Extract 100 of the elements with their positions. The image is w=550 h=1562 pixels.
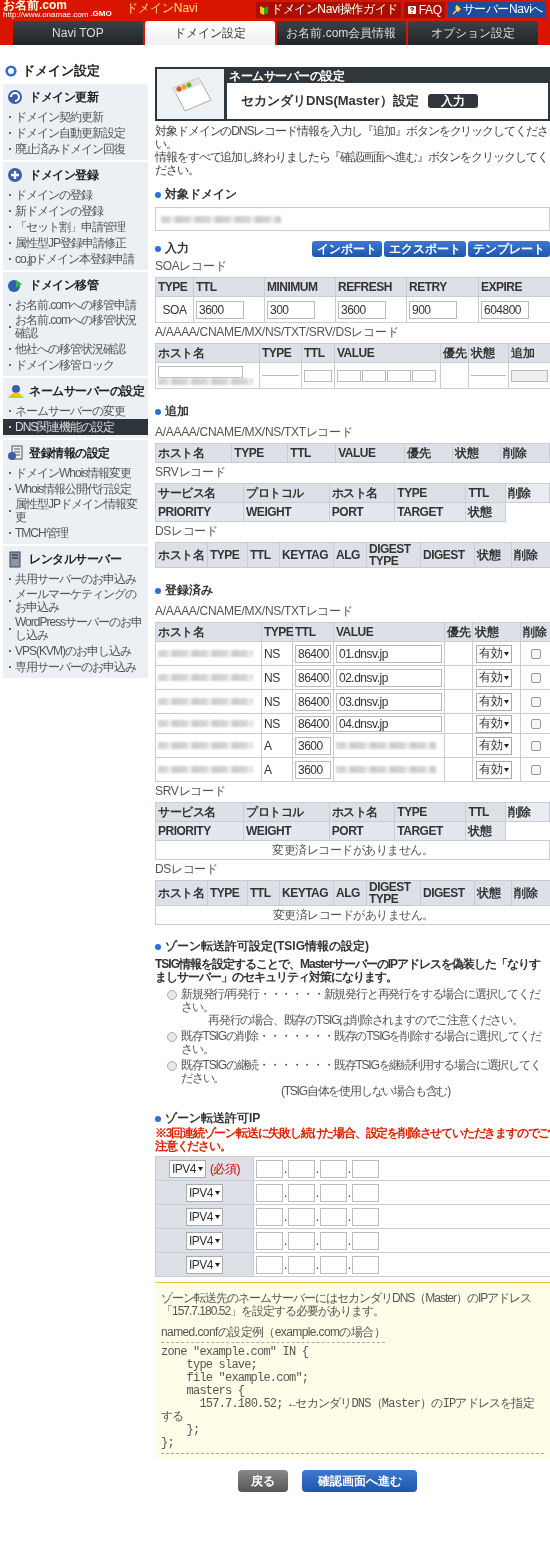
sidebar-link[interactable]: DNS関連機能の設定 bbox=[3, 419, 148, 435]
ip-octet-field[interactable] bbox=[319, 1207, 347, 1226]
delete-checkbox[interactable] bbox=[530, 672, 541, 683]
value-field[interactable] bbox=[337, 369, 361, 382]
ttl-field[interactable]: 86400 bbox=[295, 715, 331, 732]
ip-octet-field[interactable] bbox=[256, 1255, 283, 1274]
sidebar-link[interactable]: メールマーケティングのお申込み bbox=[3, 587, 148, 615]
sidebar-link[interactable]: Whois情報公開代行設定 bbox=[3, 481, 148, 497]
ip-octet-field[interactable] bbox=[287, 1231, 315, 1250]
ip-octet-field[interactable] bbox=[256, 1207, 283, 1226]
protocol-select[interactable]: IPV4 bbox=[186, 1231, 223, 1250]
sidebar-link[interactable]: ドメイン自動更新設定 bbox=[3, 125, 148, 141]
nav-tab[interactable]: ドメイン設定 bbox=[144, 21, 275, 45]
protocol-select[interactable]: IPV4 bbox=[169, 1159, 206, 1178]
sidebar-link[interactable]: 新ドメインの登録 bbox=[3, 203, 148, 219]
value-field[interactable] bbox=[412, 369, 436, 382]
sidebar-link[interactable]: co.jpドメイン本登録申請 bbox=[3, 251, 148, 267]
radio-button[interactable] bbox=[167, 1032, 177, 1042]
ip-octet-field[interactable] bbox=[319, 1159, 347, 1178]
ip-octet-field[interactable] bbox=[319, 1255, 347, 1274]
sidebar-link[interactable]: お名前.comへの移管状況確認 bbox=[3, 313, 148, 341]
sidebar-link[interactable]: WordPressサーバーのお申し込み bbox=[3, 615, 148, 643]
ip-octet-field[interactable] bbox=[319, 1183, 347, 1202]
status-select[interactable]: 有効 bbox=[476, 668, 512, 687]
ip-octet-field[interactable] bbox=[287, 1255, 315, 1274]
action-button[interactable]: テンプレート bbox=[468, 240, 550, 257]
ttl-field[interactable]: 86400 bbox=[295, 668, 331, 687]
value-field[interactable]: 04.dnsv.jp bbox=[336, 715, 442, 732]
action-button[interactable]: インポート bbox=[312, 240, 382, 257]
ttl-field[interactable]: 3600 bbox=[295, 736, 331, 755]
sidebar-link[interactable]: ドメイン移管ロック bbox=[3, 357, 148, 373]
status-select[interactable]: 有効 bbox=[476, 760, 512, 779]
radio-button[interactable] bbox=[167, 1061, 177, 1071]
text-field[interactable]: 3600 bbox=[196, 300, 244, 319]
text-field[interactable]: 3600 bbox=[338, 300, 386, 319]
delete-checkbox[interactable] bbox=[530, 740, 541, 751]
radio-button[interactable] bbox=[167, 990, 177, 1000]
nav-tab[interactable]: お名前.com会員情報 bbox=[276, 21, 407, 45]
header-link[interactable]: FAQ bbox=[403, 1, 445, 18]
status-select[interactable]: 有効 bbox=[476, 692, 512, 711]
ip-octet-field[interactable] bbox=[351, 1231, 379, 1250]
column-header: 追加 bbox=[508, 343, 550, 363]
sidebar-link[interactable]: 「セット割」申請管理 bbox=[3, 219, 148, 235]
delete-checkbox[interactable] bbox=[530, 764, 541, 775]
ip-octet-field[interactable] bbox=[256, 1159, 283, 1178]
protocol-select[interactable]: IPV4 bbox=[186, 1183, 223, 1202]
value-field[interactable]: 02.dnsv.jp bbox=[336, 668, 442, 687]
value-field[interactable] bbox=[387, 369, 411, 382]
sidebar-link[interactable]: ドメイン契約更新 bbox=[3, 109, 148, 125]
column-header: ホスト名 bbox=[155, 622, 262, 642]
ip-octet-field[interactable] bbox=[287, 1159, 315, 1178]
value-field[interactable]: 03.dnsv.jp bbox=[336, 692, 442, 711]
status-select[interactable]: 有効 bbox=[476, 736, 512, 755]
ip-octet-field[interactable] bbox=[351, 1183, 379, 1202]
nav-tab[interactable]: Navi TOP bbox=[13, 21, 143, 45]
sidebar-link[interactable]: 専用サーバーのお申込み bbox=[3, 659, 148, 675]
value-field[interactable]: 01.dnsv.jp bbox=[336, 644, 442, 663]
sidebar-link[interactable]: 属性型JPドメイン情報変更 bbox=[3, 497, 148, 525]
sidebar-link[interactable]: 廃止済みドメイン回復 bbox=[3, 141, 148, 157]
header-link[interactable]: ドメインNavi操作ガイド bbox=[255, 1, 401, 18]
ip-octet-field[interactable] bbox=[351, 1255, 379, 1274]
protocol-select[interactable]: IPV4 bbox=[186, 1207, 223, 1226]
ip-octet-field[interactable] bbox=[351, 1159, 379, 1178]
ttl-field[interactable]: 3600 bbox=[295, 760, 331, 779]
ip-octet-field[interactable] bbox=[256, 1183, 283, 1202]
ip-octet-field[interactable] bbox=[256, 1231, 283, 1250]
protocol-select[interactable]: IPV4 bbox=[186, 1255, 223, 1274]
host-field[interactable] bbox=[158, 366, 243, 378]
status-select[interactable]: 有効 bbox=[476, 714, 512, 733]
ip-octet-field[interactable] bbox=[287, 1207, 315, 1226]
ip-octet-field[interactable] bbox=[319, 1231, 347, 1250]
text-field[interactable]: 604800 bbox=[481, 300, 529, 319]
delete-checkbox[interactable] bbox=[530, 718, 541, 729]
sidebar-link[interactable]: ドメインの登録 bbox=[3, 187, 148, 203]
nav-tab[interactable]: オプション設定 bbox=[408, 21, 538, 45]
sidebar-link[interactable]: TMCH管理 bbox=[3, 525, 148, 541]
action-button[interactable]: エクスポート bbox=[384, 240, 466, 257]
sidebar-link[interactable]: ネームサーバーの変更 bbox=[3, 403, 148, 419]
ip-octet-field[interactable] bbox=[351, 1207, 379, 1226]
sidebar-link[interactable]: 他社への移管状況確認 bbox=[3, 341, 148, 357]
ttl-field[interactable]: 86400 bbox=[295, 692, 331, 711]
sidebar-link[interactable]: VPS(KVM)のお申し込み bbox=[3, 643, 148, 659]
ip-octet-field[interactable] bbox=[287, 1183, 315, 1202]
sidebar-link[interactable]: 共用サーバーのお申込み bbox=[3, 571, 148, 587]
header-link[interactable]: サーバーNaviへ bbox=[447, 1, 546, 18]
next-button[interactable]: 確認画面へ進む bbox=[302, 1470, 417, 1492]
value-field[interactable] bbox=[362, 369, 386, 382]
add-button[interactable] bbox=[511, 369, 548, 382]
back-button[interactable]: 戻る bbox=[238, 1470, 288, 1492]
delete-checkbox[interactable] bbox=[530, 648, 541, 659]
text-field[interactable]: 300 bbox=[267, 300, 315, 319]
text-field[interactable]: 900 bbox=[409, 300, 457, 319]
sidebar-link[interactable]: ドメインWhois情報変更 bbox=[3, 465, 148, 481]
status-select[interactable]: 有効 bbox=[476, 644, 512, 663]
delete-checkbox[interactable] bbox=[530, 696, 541, 707]
column-header: REFRESH bbox=[335, 277, 407, 297]
sidebar-link[interactable]: お名前.comへの移管申請 bbox=[3, 297, 148, 313]
sidebar-link[interactable]: 属性型JP登録申請修正 bbox=[3, 235, 148, 251]
ttl-field[interactable]: 86400 bbox=[295, 644, 331, 663]
ttl-field[interactable] bbox=[304, 369, 332, 382]
